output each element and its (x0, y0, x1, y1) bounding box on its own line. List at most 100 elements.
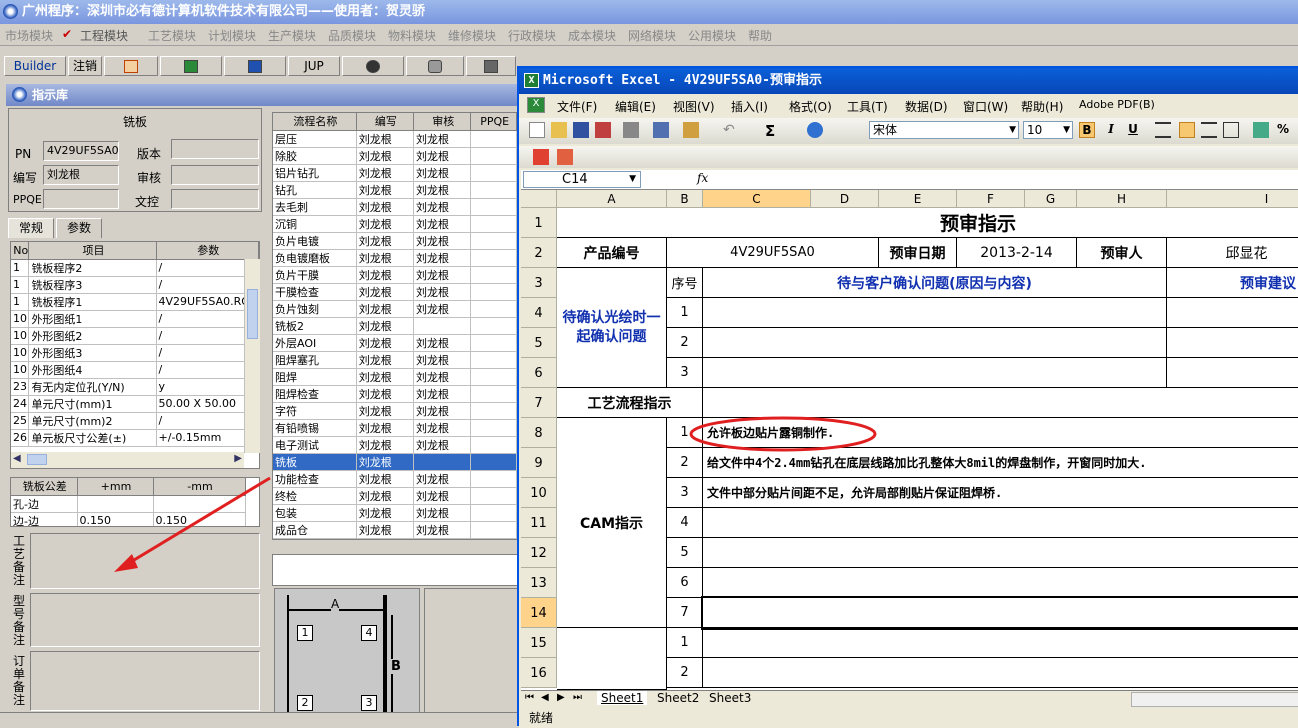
col-header-b[interactable]: B (667, 190, 703, 208)
cam-label[interactable]: CAM指示 (557, 418, 667, 628)
param-row[interactable]: 10 外形图纸2/ (11, 327, 259, 345)
final-cell[interactable] (703, 628, 1298, 658)
final-cell[interactable] (703, 658, 1298, 688)
excel-menu-adobe[interactable]: Adobe PDF(B) (1079, 98, 1155, 111)
cam-instruction[interactable] (703, 568, 1298, 598)
corner-select[interactable] (521, 190, 557, 208)
word-button[interactable] (224, 56, 286, 76)
params-hscroll[interactable]: ◀ ▶ (11, 452, 244, 468)
flow-text-box[interactable] (272, 554, 518, 586)
next-sheet-icon[interactable]: ▶ (557, 692, 565, 703)
tab-general[interactable]: 常规 (8, 218, 54, 238)
ppqe-field[interactable] (43, 189, 119, 209)
percent-icon[interactable]: % (1275, 122, 1291, 138)
flow-row[interactable]: 成品仓 刘龙根 刘龙根 (273, 521, 517, 539)
process-label[interactable]: 工艺流程指示 (557, 388, 703, 418)
flow-row[interactable]: 铝片钻孔 刘龙根 刘龙根 (273, 164, 517, 182)
menu-engineering[interactable]: 工程模块 (80, 27, 128, 44)
excel-menu-edit[interactable]: 编辑(E) (615, 98, 656, 115)
doc-control-field[interactable] (171, 189, 259, 209)
align-center-icon[interactable] (1179, 122, 1195, 138)
first-sheet-icon[interactable]: ⏮ (525, 692, 534, 703)
col-header-a[interactable]: A (557, 190, 667, 208)
flow-row[interactable]: 负片电镀 刘龙根 刘龙根 (273, 232, 517, 250)
save-icon[interactable] (573, 122, 589, 138)
reviewer-value[interactable]: 邱显花 (1167, 238, 1298, 268)
pdf-convert-icon[interactable] (533, 149, 549, 165)
flow-row[interactable]: 层压 刘龙根 刘龙根 (273, 130, 517, 148)
jup-button[interactable]: JUP (288, 56, 340, 76)
product-label[interactable]: 产品编号 (557, 238, 667, 268)
bold-icon[interactable]: B (1079, 122, 1095, 138)
flow-row[interactable]: 负片干膜 刘龙根 刘龙根 (273, 266, 517, 284)
seq-label[interactable]: 序号 (667, 268, 703, 298)
flow-row[interactable]: 终检 刘龙根 刘龙根 (273, 487, 517, 505)
cam-instruction[interactable]: 文件中部分贴片间距不足，允许局部削贴片保证阻焊桥. (703, 478, 1298, 508)
param-row[interactable]: 10 外形图纸3/ (11, 344, 259, 362)
confirm-advice-cell[interactable] (1167, 298, 1298, 328)
open-icon[interactable] (551, 122, 567, 138)
product-value[interactable]: 4V29UF5SA0 (667, 238, 879, 268)
print-icon[interactable] (623, 122, 639, 138)
row-header[interactable]: 1 (521, 208, 557, 238)
param-row[interactable]: 25 单元尺寸(mm)2/ (11, 412, 259, 430)
excel-button[interactable] (160, 56, 222, 76)
builder-button[interactable]: Builder (4, 56, 66, 76)
param-row[interactable]: 1 铣板程序3/ (11, 276, 259, 294)
row-header[interactable]: 15 (521, 628, 557, 658)
sheet-hscroll[interactable] (1131, 692, 1298, 707)
tools-button[interactable] (466, 56, 516, 76)
col-header-h[interactable]: H (1077, 190, 1167, 208)
author-field[interactable]: 刘龙根 (43, 165, 119, 185)
param-row[interactable]: 1 铣板程序1 4V29UF5SA0.ROU (11, 293, 259, 311)
cam-instruction[interactable] (703, 508, 1298, 538)
last-sheet-icon[interactable]: ⏭ (573, 692, 582, 703)
excel-menu-format[interactable]: 格式(O) (789, 98, 832, 115)
flow-row[interactable]: 铣板2 刘龙根 (273, 317, 517, 335)
row-header[interactable]: 4 (521, 298, 557, 328)
col-header-e[interactable]: E (879, 190, 957, 208)
merge-center-icon[interactable] (1223, 122, 1239, 138)
row-header[interactable]: 8 (521, 418, 557, 448)
align-left-icon[interactable] (1155, 122, 1171, 138)
confirm-advice-cell[interactable] (1167, 358, 1298, 388)
prev-sheet-icon[interactable]: ◀ (541, 692, 549, 703)
order-note-box[interactable] (30, 651, 260, 711)
sheet-title[interactable]: 预审指示 (557, 208, 1298, 238)
flow-row[interactable]: 沉铜 刘龙根 刘龙根 (273, 215, 517, 233)
sheet-tab-3[interactable]: Sheet3 (705, 691, 755, 705)
cam-seq[interactable]: 6 (667, 568, 703, 598)
confirm-advice-cell[interactable] (1167, 328, 1298, 358)
param-row[interactable]: 26 单元板尺寸公差(±) +/-0.15mm (11, 429, 259, 447)
align-right-icon[interactable] (1201, 122, 1217, 138)
row-header[interactable]: 10 (521, 478, 557, 508)
cam-instruction[interactable] (703, 538, 1298, 568)
flow-row[interactable]: 负电镀磨板 刘龙根 刘龙根 (273, 249, 517, 267)
excel-menu-tools[interactable]: 工具(T) (847, 98, 888, 115)
flow-row[interactable]: 包装 刘龙根 刘龙根 (273, 504, 517, 522)
excel-menu-view[interactable]: 视图(V) (673, 98, 715, 115)
database-button[interactable] (406, 56, 464, 76)
logout-button[interactable]: 注销 (68, 56, 102, 76)
row-header[interactable]: 6 (521, 358, 557, 388)
menu-network[interactable]: 网络模块 (628, 27, 676, 44)
col-header-c[interactable]: C (703, 190, 811, 208)
flow-row[interactable]: 电子测试 刘龙根 刘龙根 (273, 436, 517, 454)
row-header[interactable]: 11 (521, 508, 557, 538)
help-icon[interactable] (807, 122, 823, 138)
currency-icon[interactable] (1253, 122, 1269, 138)
param-row[interactable]: 23 有无内定位孔(Y/N) y (11, 378, 259, 396)
row-header[interactable]: 13 (521, 568, 557, 598)
row-header[interactable]: 5 (521, 328, 557, 358)
param-row[interactable]: 10 外形图纸1/ (11, 310, 259, 328)
scroll-right-icon[interactable]: ▶ (234, 453, 242, 464)
sheet-tab-2[interactable]: Sheet2 (653, 691, 703, 705)
font-name-select[interactable]: 宋体 ▼ (869, 121, 1019, 139)
version-field[interactable] (171, 139, 259, 159)
reviewer-label[interactable]: 预审人 (1077, 238, 1167, 268)
tab-params[interactable]: 参数 (56, 218, 102, 238)
col-header-i[interactable]: I (1167, 190, 1298, 208)
excel-menu-window[interactable]: 窗口(W) (963, 98, 1008, 115)
menu-quality[interactable]: 品质模块 (328, 27, 376, 44)
menu-maintenance[interactable]: 维修模块 (448, 27, 496, 44)
